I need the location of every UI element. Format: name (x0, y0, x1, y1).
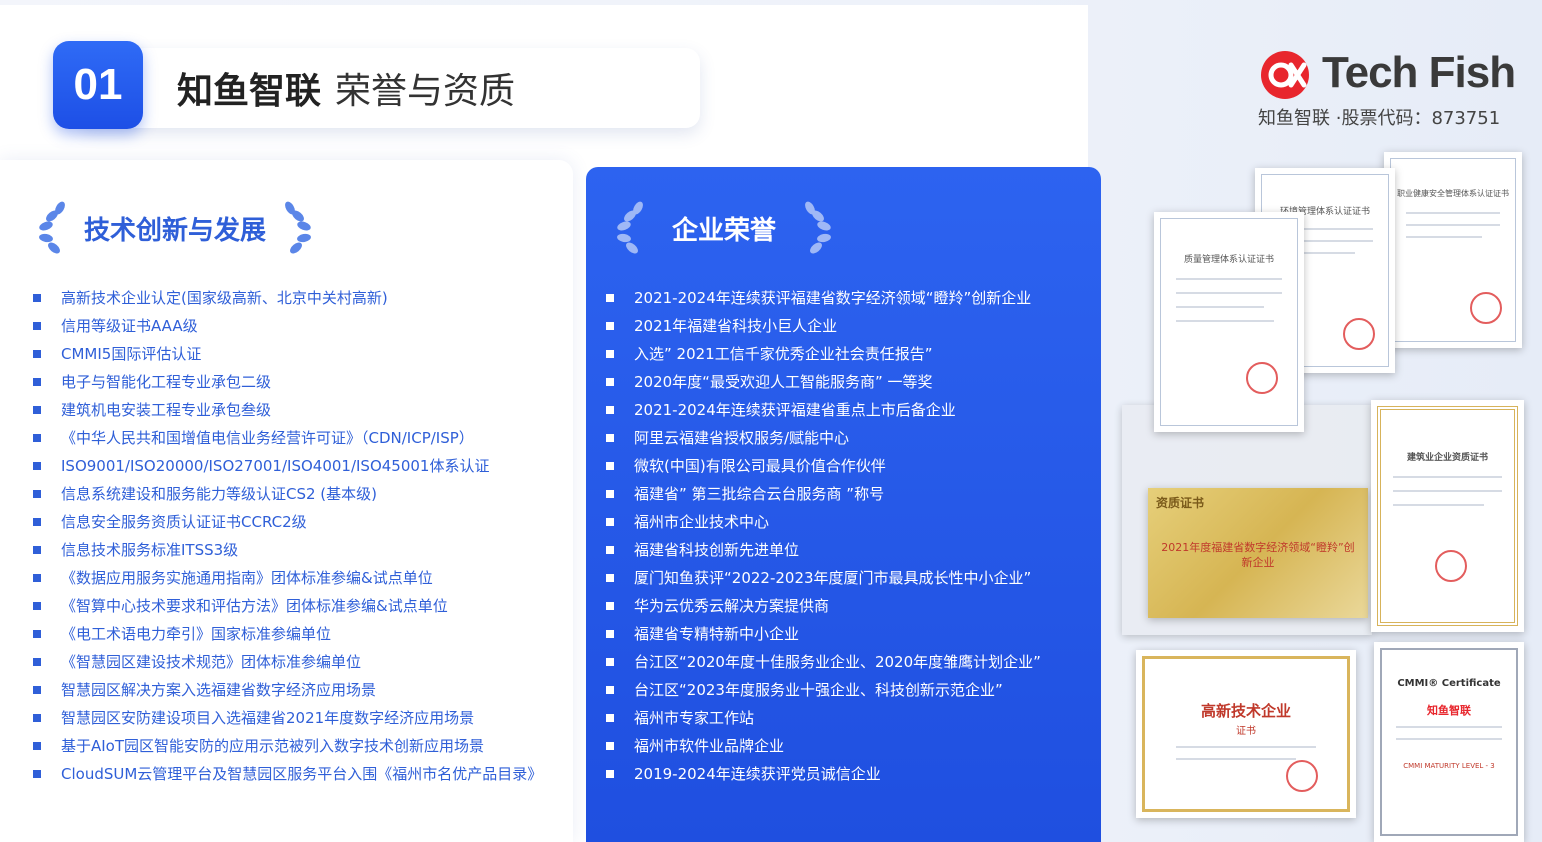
list-item: 2021-2024年连续获评福建省重点上市后备企业 (606, 396, 1041, 424)
list-item: 台江区“2020年度十佳服务业企业、2020年度雏鹰计划企业” (606, 648, 1041, 676)
cert-title: 建筑业企业资质证书 (1406, 453, 1488, 463)
list-item: 智慧园区安防建设项目入选福建省2021年度数字经济应用场景 (33, 704, 542, 732)
list-item: 信息系统建设和服务能力等级认证CS2 (基本级) (33, 480, 542, 508)
list-item: 福州市专家工作站 (606, 704, 1041, 732)
section-number-badge: 01 (53, 41, 143, 129)
list-item: 《数据应用服务实施通用指南》团体标准参编&试点单位 (33, 564, 542, 592)
right-section-heading: 企业荣誉 (612, 198, 836, 258)
list-item: CloudSUM云管理平台及智慧园区服务平台入围《福州市名优产品目录》 (33, 760, 542, 788)
list-item: 阿里云福建省授权服务/赋能中心 (606, 424, 1041, 452)
page-title-strong: 知鱼智联 (177, 71, 322, 112)
list-item: 2019-2024年连续获评党员诚信企业 (606, 760, 1041, 788)
cmmi-company: 知鱼智联 (1427, 704, 1471, 717)
logo-subtitle: 知鱼智联 ·股票代码：873751 (1258, 108, 1501, 129)
list-item: 《中华人民共和国增值电信业务经营许可证》（CDN/ICP/ISP） (33, 424, 542, 452)
fish-logo-icon (1261, 51, 1309, 99)
plaque-header: 资质证书 (1156, 496, 1205, 510)
list-item: 信息技术服务标准ITSS3级 (33, 536, 542, 564)
cert-title: CMMI® Certificate (1397, 678, 1501, 689)
laurel-left-icon (39, 201, 65, 254)
cmmi-certificate: CMMI® Certificate 知鱼智联 CMMI MATURITY LEV… (1374, 642, 1524, 842)
safety-cert: 职业健康安全管理体系认证证书 (1384, 152, 1522, 348)
construction-qualification-cert: 建筑业企业资质证书 (1371, 400, 1524, 632)
left-section-heading: 技术创新与发展 (34, 198, 316, 258)
list-item: 福州市软件业品牌企业 (606, 732, 1041, 760)
list-item: 《电工术语电力牵引》国家标准参编单位 (33, 620, 542, 648)
list-item: 智慧园区解决方案入选福建省数字经济应用场景 (33, 676, 542, 704)
list-item: 华为云优秀云解决方案提供商 (606, 592, 1041, 620)
cert-subtitle: 证书 (1236, 726, 1256, 737)
quality-cert: 质量管理体系认证证书 (1154, 212, 1304, 432)
page-title: 知鱼智联 荣誉与资质 (177, 62, 515, 114)
high-tech-enterprise-cert: 高新技术企业 证书 (1136, 650, 1356, 818)
gazelle-award-plaque: 资质证书 2021年度福建省数字经济领域“瞪羚”创新企业 (1148, 488, 1368, 618)
page-title-light: 荣誉与资质 (335, 71, 516, 112)
list-item: 台江区“2023年度服务业十强企业、科技创新示范企业” (606, 676, 1041, 704)
cert-title: 高新技术企业 (1200, 702, 1291, 720)
tech-innovation-list: 高新技术企业认定(国家级高新、北京中关村高新) 信用等级证书AAA级 CMMI5… (33, 284, 542, 788)
list-item: 信息安全服务资质认证证书CCRC2级 (33, 508, 542, 536)
list-item: 电子与智能化工程专业承包二级 (33, 368, 542, 396)
laurel-left-icon (617, 201, 643, 254)
cmmi-level: CMMI MATURITY LEVEL - 3 (1403, 762, 1495, 770)
list-item: 基于AIoT园区智能安防的应用示范被列入数字技术创新应用场景 (33, 732, 542, 760)
left-section-title: 技术创新与发展 (84, 215, 267, 246)
list-item: 信用等级证书AAA级 (33, 312, 542, 340)
list-item: 微软(中国)有限公司最具价值合作伙伴 (606, 452, 1041, 480)
list-item: CMMI5国际评估认证 (33, 340, 542, 368)
laurel-right-icon (805, 201, 831, 254)
list-item: 厦门知鱼获评“2022-2023年度厦门市最具成长性中小企业” (606, 564, 1041, 592)
right-section-title: 企业荣誉 (672, 215, 777, 246)
cert-title: 质量管理体系认证证书 (1183, 255, 1274, 265)
list-item: 福州市企业技术中心 (606, 508, 1041, 536)
list-item: 入选” 2021工信千家优秀企业社会责任报告” (606, 340, 1041, 368)
list-item: 2020年度“最受欢迎人工智能服务商” 一等奖 (606, 368, 1041, 396)
plaque-text: 2021年度福建省数字经济领域“瞪羚”创新企业 (1161, 541, 1355, 569)
list-item: 《智慧园区建设技术规范》团体标准参编单位 (33, 648, 542, 676)
enterprise-honors-list: 2021-2024年连续获评福建省数字经济领域“瞪羚”创新企业 2021年福建省… (606, 284, 1041, 788)
list-item: 2021年福建省科技小巨人企业 (606, 312, 1041, 340)
list-item: 高新技术企业认定(国家级高新、北京中关村高新) (33, 284, 542, 312)
list-item: 《智算中心技术要求和评估方法》团体标准参编&试点单位 (33, 592, 542, 620)
list-item: 2021-2024年连续获评福建省数字经济领域“瞪羚”创新企业 (606, 284, 1041, 312)
list-item: 建筑机电安装工程专业承包叁级 (33, 396, 542, 424)
logo-wordmark: Tech Fish (1322, 48, 1516, 97)
list-item: 福建省” 第三批综合云台服务商 ”称号 (606, 480, 1041, 508)
list-item: ISO9001/ISO20000/ISO27001/ISO4001/ISO450… (33, 452, 542, 480)
list-item: 福建省专精特新中小企业 (606, 620, 1041, 648)
list-item: 福建省科技创新先进单位 (606, 536, 1041, 564)
laurel-right-icon (285, 201, 311, 254)
cert-title: 职业健康安全管理体系认证证书 (1397, 189, 1509, 198)
